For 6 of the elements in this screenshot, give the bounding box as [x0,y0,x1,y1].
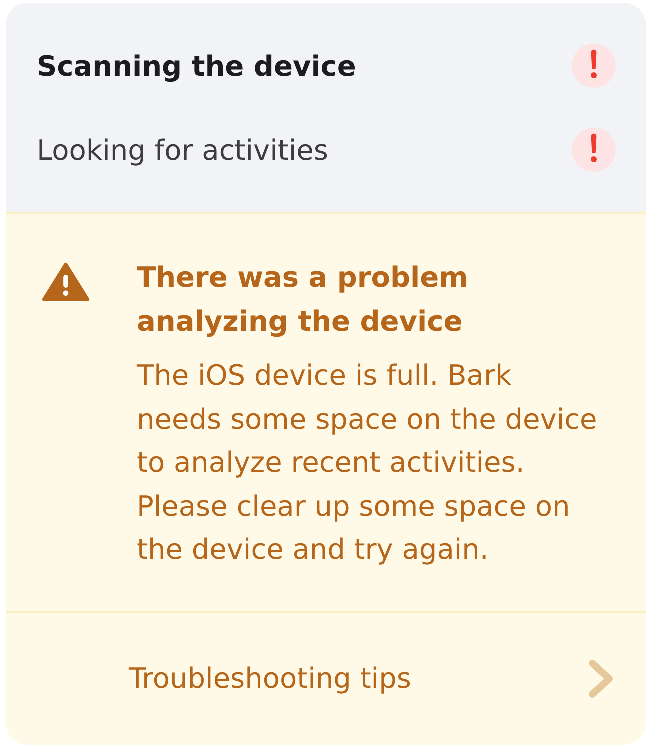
alert-title: There was a problem analyzing the device [137,260,470,340]
step-label: Scanning the device [37,50,356,82]
chevron-right-icon [588,658,614,698]
troubleshooting-link[interactable]: Troubleshooting tips [6,612,646,744]
alert-message: The iOS device is full. Bark needs some space on the device to analyze recent activities. Please clear up some space on the device and try again. [137,358,598,568]
step-label: Looking for activities [37,134,328,166]
